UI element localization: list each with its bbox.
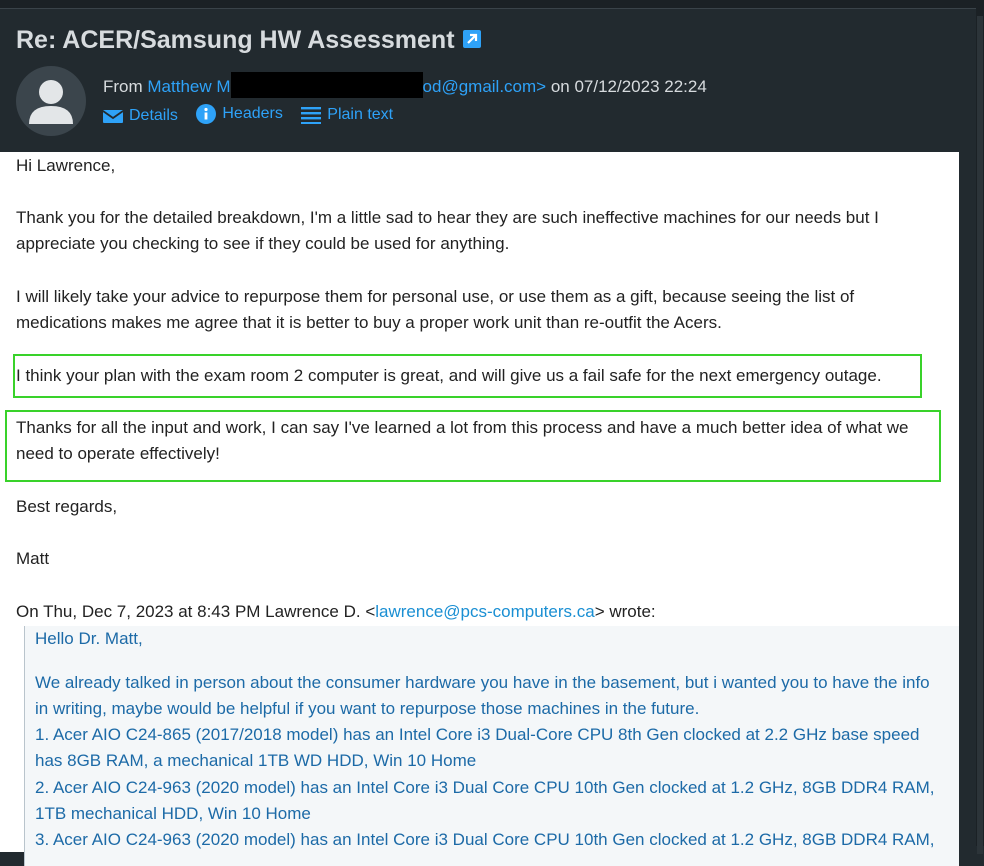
user-silhouette-icon	[29, 80, 73, 124]
sender-email-link[interactable]: od@gmail.com>	[423, 77, 547, 96]
quote-line: Hello Dr. Matt,	[35, 629, 143, 648]
quote-line: 3. Acer AIO C24-963 (2020 model) has an …	[35, 830, 935, 849]
paragraph-line: medications makes me agree that it is be…	[16, 313, 722, 332]
quoted-message: Hello Dr. Matt, We already talked in per…	[24, 626, 959, 866]
greeting: Hi Lawrence,	[16, 156, 116, 175]
quote-sender-email-link[interactable]: lawrence@pcs-computers.ca	[375, 602, 594, 621]
paragraph-line: I will likely take your advice to repurp…	[16, 287, 855, 306]
scrollbar[interactable]	[976, 8, 984, 854]
paragraph-line: need to operate effectively!	[16, 444, 220, 463]
sender-name-link[interactable]: Matthew M	[147, 77, 230, 96]
scrollbar-thumb[interactable]	[977, 16, 983, 854]
details-button[interactable]: Details	[103, 107, 178, 125]
from-label: From	[103, 77, 148, 96]
redaction-bar	[230, 72, 423, 98]
lines-icon	[301, 107, 322, 124]
top-strip	[0, 0, 984, 9]
subject-text: Re: ACER/Samsung HW Assessment	[16, 26, 455, 54]
external-link-icon[interactable]	[462, 30, 481, 49]
quote-line: We already talked in person about the co…	[35, 673, 930, 692]
date-prefix: on	[546, 77, 575, 96]
signature: Matt	[16, 549, 50, 568]
paragraph-line: I think your plan with the exam room 2 c…	[16, 366, 882, 385]
quote-intro-suffix: > wrote:	[594, 602, 656, 621]
paragraph-line: Thanks for all the input and work, I can…	[16, 418, 909, 437]
quote-line: 2. Acer AIO C24-963 (2020 model) has an …	[35, 778, 935, 797]
quote-intro-prefix: On Thu, Dec 7, 2023 at 8:43 PM Lawrence …	[16, 602, 376, 621]
headers-button[interactable]: Headers	[196, 104, 283, 124]
envelope-icon	[103, 110, 123, 123]
plain-text-label: Plain text	[327, 106, 394, 123]
info-icon	[196, 104, 217, 124]
quote-line: in writing, maybe would be helpful if yo…	[35, 699, 700, 718]
quote-line: has 8GB RAM, a mechanical 1TB WD HDD, Wi…	[35, 751, 477, 770]
quote-line: 1. Acer AIO C24-865 (2017/2018 model) ha…	[35, 725, 920, 744]
plain-text-button[interactable]: Plain text	[301, 106, 393, 124]
paragraph-line: appreciate you checking to see if they c…	[16, 234, 510, 253]
quote-line: 1TB mechanical HDD, Win 10 Home	[35, 804, 311, 823]
from-line: From Matthew M od@gmail.com> on 07/12/202…	[103, 72, 707, 98]
message-actions: Details Headers Plain text	[103, 104, 407, 129]
paragraph-line: Thank you for the detailed breakdown, I'…	[16, 208, 879, 227]
avatar	[16, 66, 86, 136]
details-label: Details	[129, 107, 178, 124]
headers-label: Headers	[222, 105, 283, 122]
quote-intro: On Thu, Dec 7, 2023 at 8:43 PM Lawrence …	[16, 599, 656, 625]
email-date: 07/12/2023 22:24	[574, 77, 707, 96]
email-subject: Re: ACER/Samsung HW Assessment	[16, 26, 481, 55]
signoff: Best regards,	[16, 497, 118, 516]
